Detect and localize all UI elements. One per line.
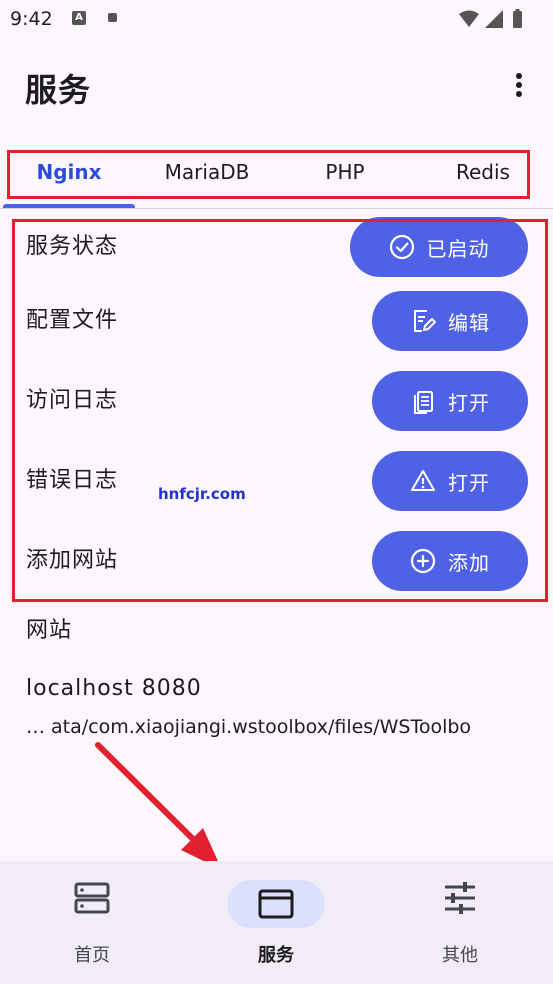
page-title: 服务 bbox=[25, 71, 92, 109]
status-icons bbox=[459, 9, 522, 28]
nav-item-services[interactable]: 服务 bbox=[184, 861, 368, 984]
nav-label: 服务 bbox=[258, 945, 294, 966]
bottom-nav: 首页 服务 其他 bbox=[0, 861, 553, 984]
more-options-icon[interactable] bbox=[506, 70, 532, 104]
nav-label: 首页 bbox=[74, 945, 110, 966]
window-icon bbox=[258, 889, 294, 919]
battery-icon bbox=[513, 11, 522, 28]
nav-item-other[interactable]: 其他 bbox=[368, 861, 552, 984]
site-item-path: … ata/com.xiaojiangi.wstoolbox/files/WST… bbox=[26, 716, 472, 738]
status-bar: 9:42 A bbox=[0, 0, 553, 40]
annotation-box-rows bbox=[12, 219, 548, 602]
annotation-box-tabs bbox=[7, 150, 530, 199]
status-time: 9:42 bbox=[10, 8, 53, 30]
watermark: hnfcjr.com bbox=[158, 485, 246, 503]
square-icon bbox=[108, 13, 117, 22]
server-icon bbox=[74, 882, 110, 914]
a-icon: A bbox=[72, 11, 86, 25]
tab-divider bbox=[0, 208, 553, 209]
sliders-icon bbox=[445, 882, 475, 914]
nav-label: 其他 bbox=[442, 945, 478, 966]
site-item-name[interactable]: localhost 8080 bbox=[26, 676, 202, 701]
wifi-icon bbox=[459, 10, 479, 27]
signal-icon bbox=[485, 10, 503, 28]
sites-section-title: 网站 bbox=[26, 618, 73, 643]
nav-item-home[interactable]: 首页 bbox=[0, 861, 184, 984]
